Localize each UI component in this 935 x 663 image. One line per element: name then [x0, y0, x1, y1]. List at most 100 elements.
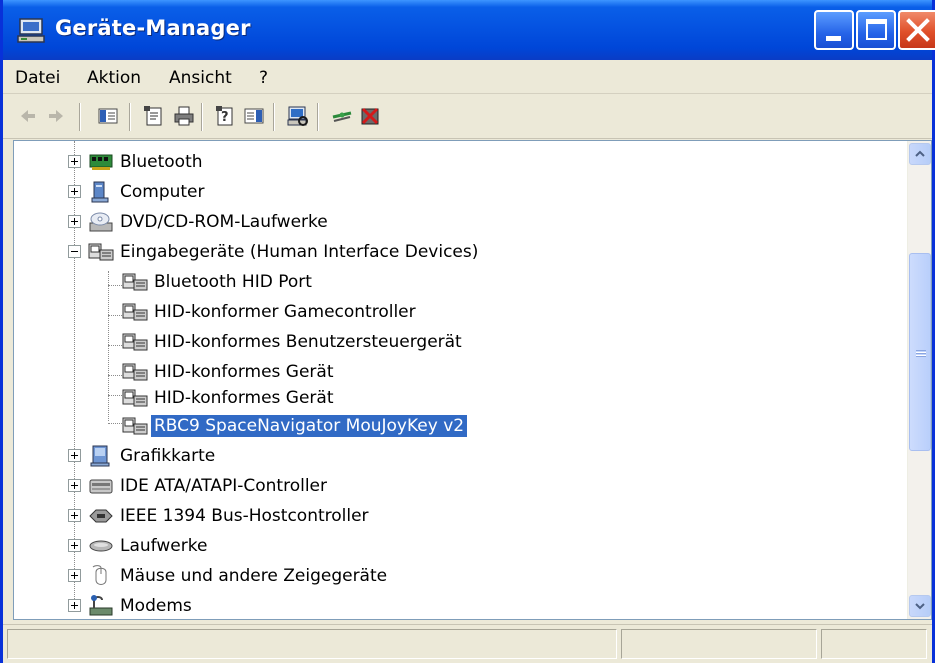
expand-button[interactable]	[68, 599, 81, 612]
toolbar-separator	[317, 103, 319, 131]
uninstall-icon[interactable]	[359, 105, 381, 127]
expand-button[interactable]	[68, 479, 81, 492]
tree-node-computer[interactable]: Computer	[14, 177, 894, 207]
expand-button[interactable]	[68, 539, 81, 552]
print-icon[interactable]	[173, 105, 195, 127]
window-title: Geräte-Manager	[55, 16, 251, 40]
tree-node-label: IEEE 1394 Bus-Hostcontroller	[120, 506, 369, 526]
hid-device-icon	[122, 389, 148, 407]
expand-button[interactable]	[68, 155, 81, 168]
device-tree[interactable]: Bluetooth Computer DVD/CD-ROM-Laufwerke	[13, 140, 932, 620]
toolbar-separator	[129, 103, 131, 131]
display-adapter-icon	[90, 445, 110, 467]
ieee1394-controller-icon	[89, 509, 113, 523]
tree-node-label-selected: RBC9 SpaceNavigator MouJoyKey v2	[151, 415, 468, 437]
tree-node-modems[interactable]: Modems	[14, 591, 894, 619]
toolbar: ?	[3, 95, 932, 139]
help-icon[interactable]: ?	[215, 105, 237, 127]
scroll-down-button[interactable]	[909, 595, 931, 617]
svg-text:?: ?	[221, 110, 229, 125]
modem-icon	[89, 595, 113, 616]
maximize-icon	[866, 19, 887, 40]
tree-node-hid-benutzersteuergeraet[interactable]: HID-konformes Benutzersteuergerät	[14, 327, 894, 357]
maximize-button[interactable]	[856, 10, 896, 50]
tree-node-label: Mäuse und andere Zeigegeräte	[120, 566, 388, 586]
toolbar-separator	[201, 103, 203, 131]
hid-device-icon	[88, 243, 114, 261]
show-hide-action-pane-icon[interactable]	[243, 105, 265, 127]
menu-aktion[interactable]: Aktion	[87, 68, 141, 88]
tree-node-label: HID-konformes Gerät	[154, 362, 334, 382]
tree-node-label: Modems	[120, 596, 192, 616]
tree-node-label: IDE ATA/ATAPI-Controller	[120, 476, 328, 496]
close-icon	[906, 18, 930, 42]
mouse-icon	[92, 565, 107, 585]
tree-node-label: Laufwerke	[120, 536, 208, 556]
tree-node-label: HID-konformer Gamecontroller	[154, 302, 416, 322]
update-driver-icon[interactable]	[331, 105, 353, 127]
vertical-scrollbar[interactable]	[907, 141, 931, 619]
hid-device-icon	[122, 333, 148, 351]
scroll-up-button[interactable]	[909, 143, 931, 165]
menu-ansicht[interactable]: Ansicht	[169, 68, 232, 88]
scrollbar-thumb[interactable]	[909, 253, 931, 451]
tree-node-maeuse[interactable]: Mäuse und andere Zeigegeräte	[14, 561, 894, 591]
tree-node-bluetooth[interactable]: Bluetooth	[14, 147, 894, 177]
collapse-button[interactable]	[68, 245, 81, 258]
expand-button[interactable]	[68, 215, 81, 228]
tree-node-label: Eingabegeräte (Human Interface Devices)	[120, 242, 479, 262]
tree-node-hid-geraet-2[interactable]: HID-konformes Gerät	[14, 383, 894, 413]
hid-device-icon	[122, 273, 148, 291]
tree-node-label: Computer	[120, 182, 205, 202]
expand-button[interactable]	[68, 509, 81, 522]
hid-device-icon	[122, 303, 148, 321]
status-pane-tertiary	[821, 629, 927, 659]
expand-button[interactable]	[68, 449, 81, 462]
tree-node-label: Bluetooth HID Port	[154, 272, 312, 292]
status-pane-main	[7, 629, 617, 659]
chevron-up-icon	[915, 150, 925, 157]
menu-bar: Datei Aktion Ansicht ?	[3, 60, 932, 94]
tree-node-ieee1394[interactable]: IEEE 1394 Bus-Hostcontroller	[14, 501, 894, 531]
scan-hardware-changes-icon[interactable]	[287, 105, 309, 127]
hid-device-icon	[122, 417, 148, 435]
disk-drive-icon	[89, 540, 113, 552]
tree-node-label: DVD/CD-ROM-Laufwerke	[120, 212, 328, 232]
tree-node-laufwerke[interactable]: Laufwerke	[14, 531, 894, 561]
computer-monitor-icon	[17, 18, 45, 43]
tree-node-hid-gamecontroller[interactable]: HID-konformer Gamecontroller	[14, 297, 894, 327]
chevron-down-icon	[915, 603, 925, 610]
scrollbar-grip	[916, 350, 926, 351]
show-hide-console-tree-icon[interactable]	[97, 105, 119, 127]
device-manager-window: Geräte-Manager Datei Aktion Ansicht ? ? …	[0, 0, 935, 663]
toolbar-separator	[79, 103, 81, 131]
close-button[interactable]	[898, 10, 935, 50]
tree-node-label: Bluetooth	[120, 152, 203, 172]
forward-icon[interactable]	[45, 105, 67, 127]
computer-icon	[91, 181, 109, 203]
tree-node-ide-controller[interactable]: IDE ATA/ATAPI-Controller	[14, 471, 894, 501]
ide-controller-icon	[89, 479, 113, 494]
tree-node-label: HID-konformes Benutzersteuergerät	[154, 332, 462, 352]
toolbar-separator	[273, 103, 275, 131]
tree-node-bluetooth-hid-port[interactable]: Bluetooth HID Port	[14, 267, 894, 297]
minimize-button[interactable]	[814, 10, 854, 50]
cdrom-drive-icon	[89, 212, 113, 232]
tree-node-label: HID-konformes Gerät	[154, 388, 334, 408]
status-bar	[3, 624, 932, 663]
properties-icon[interactable]	[143, 105, 165, 127]
tree-node-eingabegeraete[interactable]: Eingabegeräte (Human Interface Devices)	[14, 237, 894, 267]
menu-help[interactable]: ?	[259, 68, 268, 88]
tree-node-grafikkarte[interactable]: Grafikkarte	[14, 441, 894, 471]
expand-button[interactable]	[68, 185, 81, 198]
back-icon[interactable]	[17, 105, 39, 127]
tree-node-label: Grafikkarte	[120, 446, 216, 466]
title-bar[interactable]: Geräte-Manager	[3, 0, 935, 60]
tree-node-rbc9-spacenavigator[interactable]: RBC9 SpaceNavigator MouJoyKey v2	[14, 411, 894, 441]
hid-device-icon	[122, 363, 148, 381]
expand-button[interactable]	[68, 569, 81, 582]
tree-node-dvd-cdrom[interactable]: DVD/CD-ROM-Laufwerke	[14, 207, 894, 237]
minimize-icon	[826, 36, 841, 41]
menu-datei[interactable]: Datei	[15, 68, 60, 88]
bluetooth-adapter-icon	[89, 154, 113, 170]
